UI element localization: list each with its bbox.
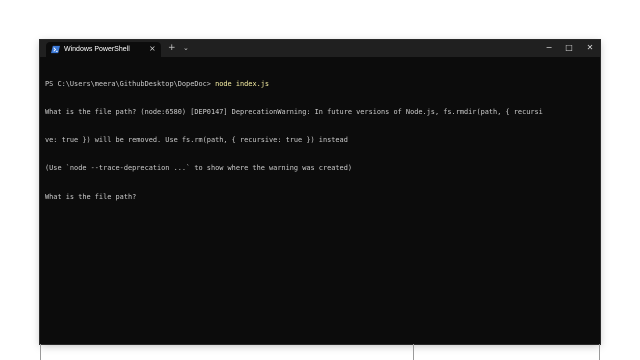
background-divider: [599, 344, 600, 360]
powershell-tab[interactable]: Windows PowerShell ×: [46, 42, 161, 57]
close-icon[interactable]: ×: [149, 43, 156, 55]
plus-icon[interactable]: +: [168, 42, 176, 55]
powershell-icon: [51, 45, 60, 54]
chevron-down-icon[interactable]: ⌄: [183, 41, 189, 55]
minimize-icon[interactable]: −: [539, 40, 559, 55]
maximize-icon[interactable]: □: [559, 40, 579, 55]
tab-title: Windows PowerShell: [64, 46, 130, 53]
close-icon[interactable]: ✕: [580, 40, 600, 55]
output-line: ve: true }) will be removed. Use fs.rm(p…: [45, 136, 348, 145]
background-divider: [413, 344, 414, 360]
command: node index.js: [215, 79, 270, 88]
tab-bar: Windows PowerShell × + ⌄ − □ ✕: [40, 40, 600, 57]
output-line: (Use `node --trace-deprecation ...` to s…: [45, 164, 352, 173]
powershell-window: Windows PowerShell × + ⌄ − □ ✕ PS C:\Use…: [40, 40, 600, 344]
terminal-output[interactable]: PS C:\Users\meera\GithubDesktop\DopeDoc>…: [45, 61, 595, 331]
output-line: What is the file path? (node:6580) [DEP0…: [45, 108, 543, 117]
prompt: PS C:\Users\meera\GithubDesktop\DopeDoc>: [45, 79, 211, 88]
background-divider: [40, 344, 41, 360]
output-line: What is the file path?: [45, 192, 137, 201]
prompt-line: PS C:\Users\meera\GithubDesktop\DopeDoc>…: [45, 80, 595, 89]
